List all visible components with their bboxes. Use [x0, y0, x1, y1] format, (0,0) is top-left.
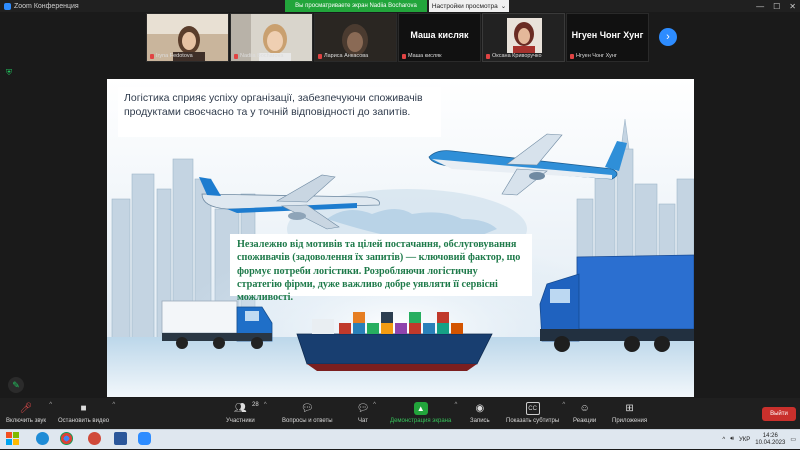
question-bubble-icon: 💬︎ [300, 403, 314, 414]
chevron-up-icon[interactable]: ^ [562, 402, 565, 408]
window-controls: — ☐ ✕ [756, 0, 796, 12]
zoom-taskbar-icon[interactable] [138, 432, 151, 445]
closed-captions-icon: CC [525, 402, 540, 415]
chat-icon: 💬︎ [356, 403, 370, 414]
slide-text-main: Незалежно від мотивів та цілей постачанн… [230, 234, 532, 303]
participants-button[interactable]: 👥︎ 28 ^ Участники [226, 402, 267, 424]
clock-date: 10.04.2023 [755, 439, 786, 446]
stop-video-button[interactable]: ■ ^ Остановить видео [58, 402, 115, 424]
app-icon[interactable] [88, 432, 101, 445]
mic-muted-icon [570, 53, 574, 59]
participant-name: Оксана Криворучко [486, 53, 542, 59]
presentation-slide: Логістика сприяє успіху організації, заб… [107, 79, 694, 397]
notifications-icon[interactable]: ▭ [790, 436, 796, 443]
truck-left [161, 300, 273, 349]
participant-tile[interactable]: Iryna Fedotova [146, 13, 229, 62]
chevron-up-icon[interactable]: ^ [264, 402, 267, 408]
zoom-logo-icon [4, 2, 11, 10]
people-icon: 👥︎ [233, 403, 247, 414]
participant-tile[interactable]: Маша кисляк Маша кисляк [398, 13, 481, 62]
smiley-icon: ☺ [579, 403, 590, 414]
participant-name: Лариса Анкасова [318, 53, 368, 59]
view-options-button[interactable]: Настройки просмотра ⌄ [429, 0, 509, 12]
windows-start-icon[interactable] [6, 432, 19, 445]
participants-count: 28 [252, 402, 259, 408]
clock[interactable]: 14:26 10.04.2023 [755, 433, 785, 447]
participant-name: Маша кисляк [402, 53, 442, 59]
show-captions-button[interactable]: CC ^ Показать субтитры [506, 402, 565, 424]
leave-button[interactable]: Выйти [762, 407, 796, 421]
minimize-icon[interactable]: — [756, 2, 764, 11]
record-icon: ◉ [475, 403, 485, 414]
qa-button[interactable]: 💬︎ Вопросы и ответы [282, 402, 333, 424]
annotate-pen-icon[interactable]: ✎ [8, 377, 24, 393]
view-options-label: Настройки просмотра [431, 2, 498, 10]
screen-share-banner: Вы просматриваете экран Nadiia Bocharova [285, 0, 427, 12]
mic-muted-icon [486, 53, 490, 59]
chevron-down-icon: ⌄ [500, 3, 507, 10]
unmute-button[interactable]: 🎤︎ ^ Включить звук [6, 402, 52, 424]
next-page-arrow-icon[interactable]: › [659, 28, 677, 46]
chevron-up-icon[interactable]: ^ [112, 402, 115, 408]
maximize-icon[interactable]: ☐ [773, 2, 780, 11]
participant-name: Iryna Fedotova [150, 53, 193, 59]
mic-muted-icon [234, 53, 238, 59]
chevron-up-icon[interactable]: ^ [49, 402, 52, 408]
share-banner-text: Вы просматриваете экран Nadiia Bocharova [295, 3, 417, 9]
microphone-muted-icon: 🎤︎ [19, 403, 33, 414]
participant-tile[interactable]: Лариса Анкасова [314, 13, 397, 62]
chevron-up-icon[interactable]: ^ [722, 437, 725, 443]
record-button[interactable]: ◉ Запись [470, 402, 490, 424]
participant-name: Nadiia Bocharova [234, 53, 283, 59]
participant-big-name: Нгуен Чонг Хунг [571, 30, 644, 40]
chrome-icon[interactable] [60, 432, 73, 445]
system-tray: ^ 🔊︎ УКР 14:26 10.04.2023 ▭ [722, 430, 796, 449]
slide-text-intro: Логістика сприяє успіху організації, заб… [118, 87, 441, 137]
chat-button[interactable]: 💬︎ ^ Чат [356, 402, 376, 424]
shield-icon[interactable]: ⛨ [6, 68, 15, 77]
language-indicator[interactable]: УКР [739, 437, 750, 443]
participant-tile[interactable]: Оксана Криворучко [482, 13, 565, 62]
share-screen-button[interactable]: ▲ ^ Демонстрация экрана [390, 402, 457, 424]
participant-big-name: Маша кисляк [410, 30, 469, 40]
participant-tile[interactable]: Nadiia Bocharova [230, 13, 313, 62]
share-screen-icon: ▲ [413, 402, 428, 415]
word-icon[interactable] [114, 432, 127, 445]
mic-muted-icon [318, 53, 322, 59]
edge-browser-icon[interactable] [36, 432, 49, 445]
apps-grid-icon: ⊞ [625, 403, 634, 414]
reactions-button[interactable]: ☺ Реакции [573, 402, 596, 424]
participant-tile[interactable]: Нгуен Чонг Хунг Нгуен Чонг Хунг [566, 13, 649, 62]
apps-button[interactable]: ⊞ Приложения [612, 402, 647, 424]
window-title: Zoom Конференция [14, 2, 79, 10]
mic-muted-icon [402, 53, 406, 59]
participant-name: Нгуен Чонг Хунг [570, 53, 617, 59]
close-icon[interactable]: ✕ [789, 2, 796, 11]
chevron-up-icon[interactable]: ^ [454, 402, 457, 408]
clock-time: 14:26 [762, 432, 778, 439]
mic-muted-icon [150, 53, 154, 59]
video-camera-icon: ■ [80, 403, 87, 414]
chevron-up-icon[interactable]: ^ [373, 402, 376, 408]
volume-icon[interactable]: 🔊︎ [730, 436, 734, 443]
